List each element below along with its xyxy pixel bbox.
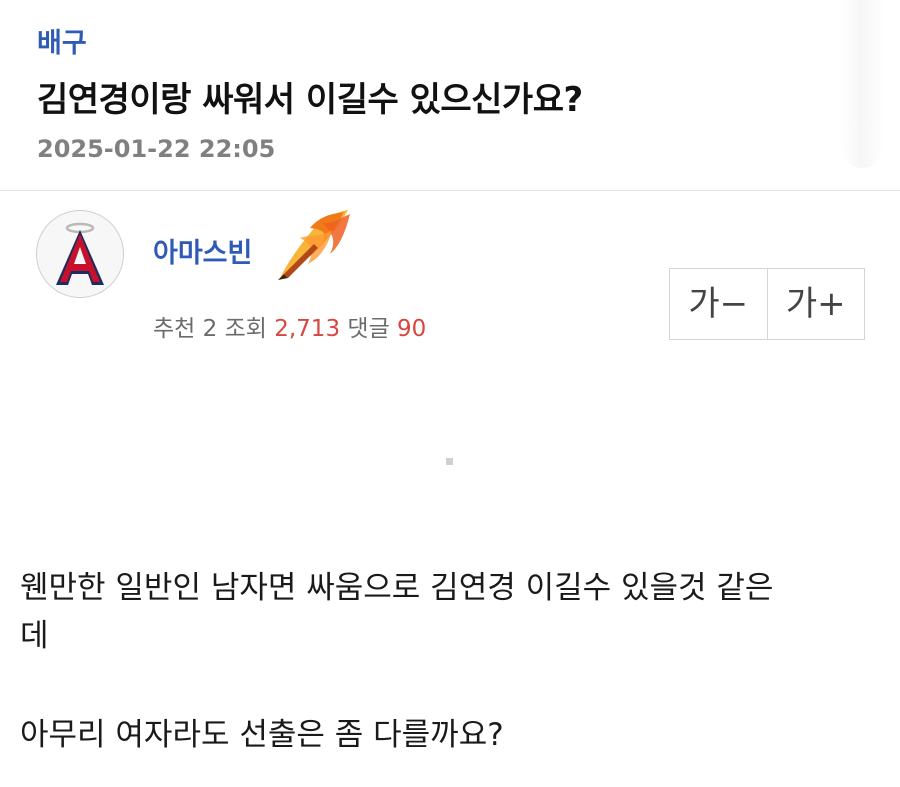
content-line: 데: [20, 618, 49, 654]
recommend-label: 추천: [153, 316, 196, 342]
flaming-pen-icon: [278, 210, 350, 280]
font-decrease-button[interactable]: 가−: [670, 269, 767, 339]
header-divider: [0, 190, 900, 191]
views-label: 조회: [224, 316, 267, 342]
recommend-count: 2: [202, 316, 218, 342]
post-stats: 추천 2 조회 2,713 댓글 90: [153, 313, 426, 345]
ad-placeholder-dot: [446, 458, 453, 465]
angels-logo-icon: [56, 222, 104, 285]
views-count: 2,713: [274, 316, 341, 342]
post-date: 2025-01-22 22:05: [37, 135, 276, 163]
comments-count[interactable]: 90: [397, 316, 426, 342]
font-increase-button[interactable]: 가+: [766, 269, 865, 339]
category-label[interactable]: 배구: [37, 26, 87, 62]
post-title: 김연경이랑 싸워서 이길수 있으신가요?: [37, 80, 583, 120]
author-nickname[interactable]: 아마스빈: [153, 236, 252, 272]
content-line: 아무리 여자라도 선출은 좀 다를까요?: [20, 717, 504, 753]
font-size-control: 가− 가+: [669, 268, 865, 340]
comments-label: 댓글: [347, 316, 390, 342]
content-line: 웬만한 일반인 남자면 싸움으로 김연경 이길수 있을것 같은: [20, 570, 774, 606]
background-edge-artifact: [840, 0, 884, 168]
author-avatar[interactable]: [36, 210, 124, 298]
